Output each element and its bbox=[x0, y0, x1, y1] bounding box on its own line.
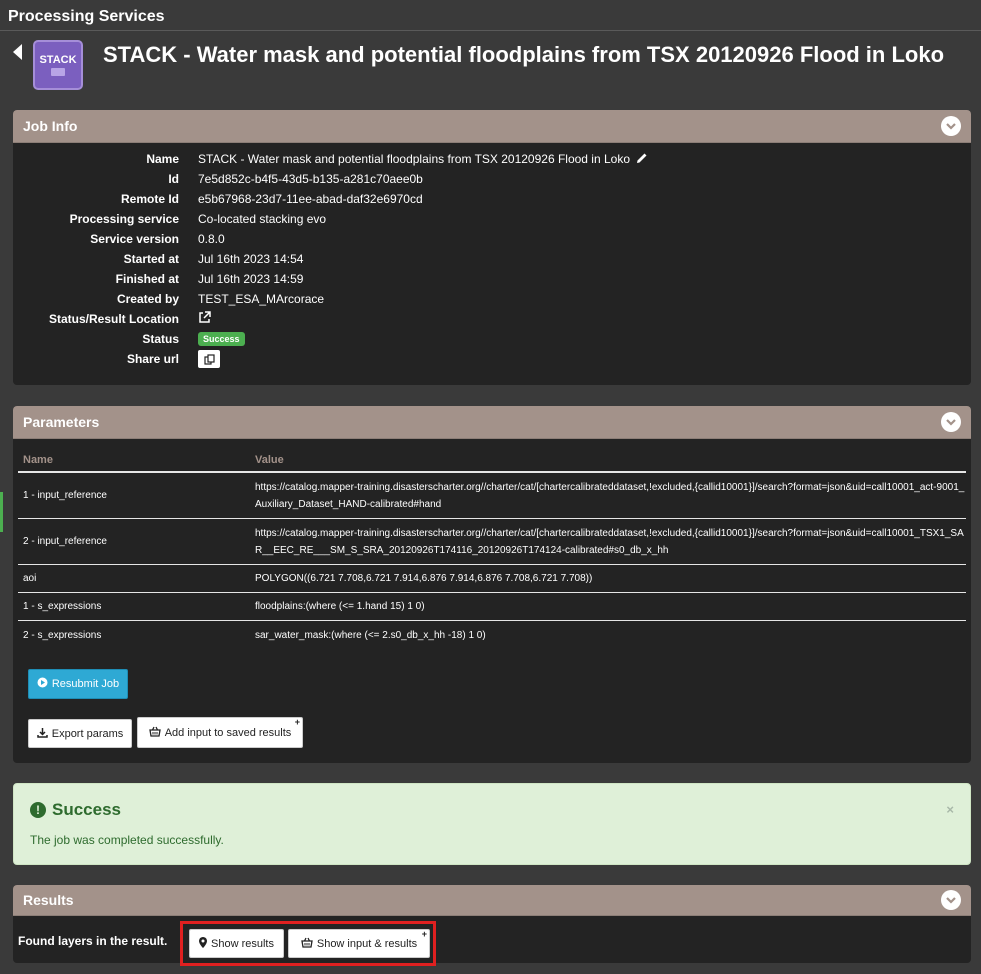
close-icon[interactable]: × bbox=[946, 802, 954, 817]
results-header[interactable]: Results bbox=[13, 885, 971, 916]
param-name: aoi bbox=[23, 573, 37, 584]
info-row-created-by: Created by TEST_ESA_MArcorace bbox=[13, 289, 971, 309]
param-value: https://catalog.mapper-training.disaster… bbox=[255, 527, 964, 556]
info-row-share-url: Share url bbox=[13, 349, 971, 369]
info-label: Status bbox=[142, 332, 179, 346]
results-panel: Results Found layers in the result. bbox=[13, 885, 971, 963]
external-link-icon[interactable] bbox=[198, 311, 211, 327]
param-value: POLYGON((6.721 7.708,6.721 7.914,6.876 7… bbox=[255, 573, 593, 584]
param-value: sar_water_mask:(where (<= 2.s0_db_x_hh -… bbox=[255, 629, 486, 641]
job-info-table: Name STACK - Water mask and potential fl… bbox=[13, 143, 971, 369]
info-label: Started at bbox=[123, 252, 179, 266]
info-value: 7e5d852c-b4f5-43d5-b135-a281c70aee0b bbox=[198, 172, 423, 186]
stack-layers-icon bbox=[51, 68, 65, 76]
info-label: Name bbox=[146, 152, 179, 166]
status-badge: Success bbox=[198, 332, 245, 346]
param-name: 2 - input_reference bbox=[23, 536, 107, 547]
info-label: Created by bbox=[116, 292, 179, 306]
param-value: floodplains:(where (<= 1.hand 15) 1 0) bbox=[255, 601, 425, 612]
edit-pencil-icon[interactable] bbox=[636, 152, 648, 167]
heading-divider bbox=[0, 30, 981, 31]
highlight-outline bbox=[180, 921, 436, 966]
alert-message: The job was completed successfully. bbox=[30, 833, 224, 847]
info-row-remote-id: Remote Id e5b67968-23d7-11ee-abad-daf32e… bbox=[13, 189, 971, 209]
info-label: Remote Id bbox=[120, 192, 179, 206]
column-header-value: Value bbox=[255, 453, 284, 466]
param-name: 2 - s_expressions bbox=[23, 629, 102, 641]
play-circle-icon bbox=[37, 677, 48, 691]
parameters-table: Name Value 1 - input_reference https://c… bbox=[18, 449, 966, 649]
add-input-saved-results-button[interactable]: Add input to saved results + bbox=[137, 717, 303, 748]
job-info-panel: Job Info Name STACK - Water mask and pot… bbox=[13, 110, 971, 385]
parameters-title: Parameters bbox=[23, 414, 100, 430]
param-name: 1 - s_expressions bbox=[23, 601, 102, 612]
info-row-status: Status Success bbox=[13, 329, 971, 349]
results-title: Results bbox=[23, 892, 74, 908]
job-info-header[interactable]: Job Info bbox=[13, 110, 971, 143]
param-value: https://catalog.mapper-training.disaster… bbox=[255, 481, 965, 510]
parameters-header[interactable]: Parameters bbox=[13, 406, 971, 439]
info-label: Service version bbox=[90, 232, 179, 246]
exclamation-circle-icon: ! bbox=[30, 802, 46, 818]
plus-icon: + bbox=[294, 717, 300, 727]
job-title: STACK - Water mask and potential floodpl… bbox=[103, 42, 945, 67]
export-params-label: Export params bbox=[51, 727, 124, 740]
column-header-name: Name bbox=[23, 454, 53, 466]
info-label: Processing service bbox=[69, 212, 179, 226]
download-icon bbox=[36, 727, 48, 741]
service-icon-label: STACK bbox=[39, 54, 77, 66]
chevron-down-icon[interactable] bbox=[941, 116, 961, 136]
parameters-panel: Parameters Name Value 1 - input_referenc… bbox=[13, 406, 971, 763]
resubmit-job-button[interactable]: Resubmit Job bbox=[28, 669, 128, 699]
info-row-service-version: Service version 0.8.0 bbox=[13, 229, 971, 249]
basket-icon bbox=[148, 726, 161, 740]
found-layers-label: Found layers in the result. bbox=[18, 934, 168, 948]
back-arrow-icon[interactable] bbox=[13, 44, 22, 60]
job-info-title: Job Info bbox=[23, 118, 78, 134]
info-value: 0.8.0 bbox=[198, 232, 225, 246]
info-value: Co-located stacking evo bbox=[198, 212, 327, 226]
info-row-finished-at: Finished at Jul 16th 2023 14:59 bbox=[13, 269, 971, 289]
param-name: 1 - input_reference bbox=[23, 490, 107, 501]
copy-url-button[interactable] bbox=[198, 350, 220, 368]
resubmit-job-label: Resubmit Job bbox=[51, 678, 120, 690]
success-alert: ! Success The job was completed successf… bbox=[13, 783, 971, 865]
info-value: STACK - Water mask and potential floodpl… bbox=[198, 152, 631, 166]
copy-icon bbox=[203, 353, 215, 365]
info-label: Finished at bbox=[115, 272, 179, 286]
add-input-saved-results-label: Add input to saved results bbox=[164, 726, 292, 739]
info-row-id: Id 7e5d852c-b4f5-43d5-b135-a281c70aee0b bbox=[13, 169, 971, 189]
parameters-table-header: Name Value bbox=[18, 449, 966, 473]
chevron-down-icon[interactable] bbox=[941, 890, 961, 910]
info-label: Share url bbox=[126, 352, 179, 366]
chevron-down-icon[interactable] bbox=[941, 412, 961, 432]
info-row-processing-service: Processing service Co-located stacking e… bbox=[13, 209, 971, 229]
service-icon: STACK bbox=[33, 40, 83, 90]
info-value: TEST_ESA_MArcorace bbox=[198, 292, 325, 306]
alert-title-text: Success bbox=[52, 800, 121, 819]
info-row-name: Name STACK - Water mask and potential fl… bbox=[13, 149, 971, 169]
info-row-status-location: Status/Result Location bbox=[13, 309, 971, 329]
export-params-button[interactable]: Export params bbox=[28, 719, 132, 748]
table-row: 1 - s_expressions floodplains:(where (<=… bbox=[18, 593, 966, 621]
table-row: aoi POLYGON((6.721 7.708,6.721 7.914,6.8… bbox=[18, 565, 966, 593]
table-row: 2 - input_reference https://catalog.mapp… bbox=[18, 519, 966, 565]
info-label: Id bbox=[168, 172, 179, 186]
table-row: 1 - input_reference https://catalog.mapp… bbox=[18, 473, 966, 519]
active-row-marker bbox=[0, 492, 3, 532]
table-row: 2 - s_expressions sar_water_mask:(where … bbox=[18, 621, 966, 649]
page-heading: Processing Services bbox=[8, 8, 165, 25]
info-value: Jul 16th 2023 14:54 bbox=[198, 252, 304, 266]
info-row-started-at: Started at Jul 16th 2023 14:54 bbox=[13, 249, 971, 269]
info-value: Jul 16th 2023 14:59 bbox=[198, 272, 304, 286]
alert-title: ! Success bbox=[30, 800, 121, 820]
info-label: Status/Result Location bbox=[48, 312, 179, 326]
info-value: e5b67968-23d7-11ee-abad-daf32e6970cd bbox=[198, 192, 423, 206]
